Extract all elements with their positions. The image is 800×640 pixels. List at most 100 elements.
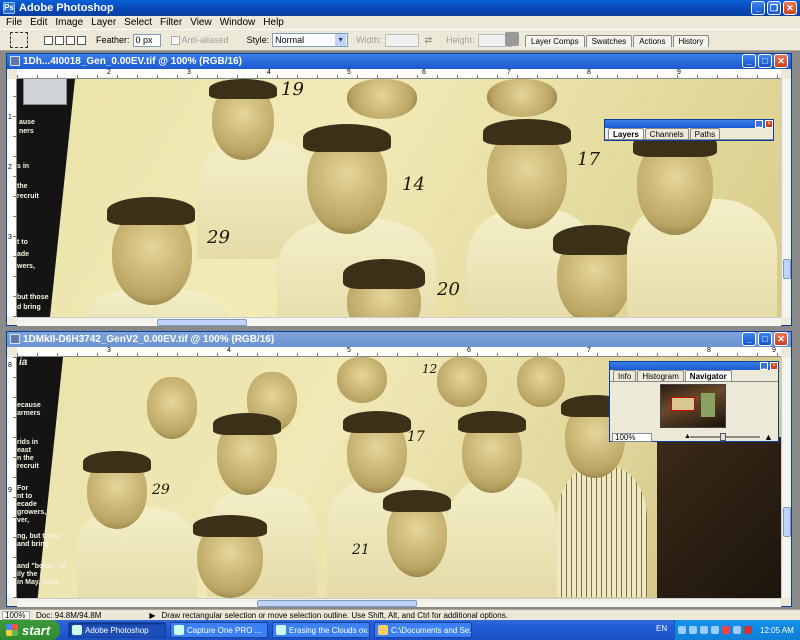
placard-text: growers, <box>17 509 47 516</box>
tray-network-icon[interactable] <box>689 626 697 634</box>
tray-volume-icon[interactable] <box>700 626 708 634</box>
task-erasing-clouds[interactable]: Erasing the Clouds ov... <box>272 622 370 638</box>
menu-view[interactable]: View <box>186 17 216 28</box>
ruler-top: 2 3 4 5 6 7 8 9 <box>17 69 781 79</box>
menu-help[interactable]: Help <box>259 17 288 28</box>
photoshop-icon: Ps <box>3 2 15 14</box>
menu-filter[interactable]: Filter <box>156 17 186 28</box>
style-select[interactable]: Normal <box>272 33 349 47</box>
navigator-scene-detail <box>701 393 715 417</box>
menu-image[interactable]: Image <box>51 17 87 28</box>
photo-canvas-1[interactable]: ause ners s in the recruit t to ade wers… <box>17 79 781 317</box>
tab-layers[interactable]: Layers <box>608 128 644 139</box>
navigator-palette[interactable]: _ × Info Histogram Navigator 100% ▲ ▲ <box>609 361 779 442</box>
exhibit-placard <box>17 357 64 598</box>
status-zoom-field[interactable]: 100% <box>2 610 30 620</box>
start-button[interactable]: start <box>0 620 60 640</box>
photo-number-label: 14 <box>402 174 425 195</box>
new-selection-icon[interactable] <box>44 35 53 45</box>
palette-well-printer-icon[interactable] <box>505 32 519 46</box>
palette-close-icon[interactable]: × <box>770 362 778 370</box>
ruler-label: 1 <box>8 114 12 121</box>
navigator-zoom-slider[interactable] <box>690 433 760 441</box>
doc2-close-button[interactable]: ✕ <box>774 332 788 346</box>
marquee-tool-icon[interactable] <box>10 32 28 48</box>
tab-paths[interactable]: Paths <box>689 128 721 139</box>
doc1-vertical-scrollbar[interactable] <box>781 79 791 317</box>
subtract-selection-icon[interactable] <box>66 35 75 45</box>
scroll-thumb[interactable] <box>157 319 247 326</box>
palette-minimize-icon[interactable]: _ <box>755 120 763 128</box>
restore-button[interactable]: ❐ <box>767 1 781 15</box>
tray-shield-icon[interactable] <box>678 626 686 634</box>
task-photoshop[interactable]: Adobe Photoshop <box>68 622 166 638</box>
doc1-close-button[interactable]: ✕ <box>774 54 788 68</box>
menu-file[interactable]: File <box>2 17 26 28</box>
ruler-label: 5 <box>347 69 351 76</box>
clock[interactable]: 12:05 AM <box>760 626 794 635</box>
swap-icon[interactable]: ⇄ <box>425 35 433 46</box>
width-input[interactable] <box>384 33 419 47</box>
doc1-minimize-button[interactable]: _ <box>742 54 756 68</box>
document-1-title-bar[interactable]: 1Dh...4I0018_Gen_0.00EV.tif @ 100% (RGB/… <box>7 54 791 69</box>
zoom-in-icon[interactable]: ▲ <box>764 432 773 442</box>
tray-app-icon[interactable] <box>711 626 719 634</box>
palette-close-icon[interactable]: × <box>765 120 773 128</box>
doc2-minimize-button[interactable]: _ <box>742 332 756 346</box>
tab-history[interactable]: History <box>672 35 710 47</box>
task-label: C:\Documents and Se... <box>391 625 472 635</box>
navigator-palette-title-bar[interactable] <box>610 362 778 370</box>
menu-edit[interactable]: Edit <box>26 17 51 28</box>
person-hair <box>483 119 571 145</box>
palette-minimize-icon[interactable]: _ <box>760 362 768 370</box>
document-icon <box>10 334 20 344</box>
feather-input[interactable]: 0 px <box>132 33 161 47</box>
navigator-view-box[interactable] <box>671 397 695 411</box>
placard-text: east <box>17 447 32 454</box>
scroll-thumb[interactable] <box>783 259 791 279</box>
tab-histogram[interactable]: Histogram <box>637 370 684 381</box>
language-indicator[interactable]: EN <box>656 624 667 633</box>
zoom-out-icon[interactable]: ▲ <box>684 433 691 440</box>
task-capture-one[interactable]: Capture One PRO ... <box>170 622 268 638</box>
tab-info[interactable]: Info <box>613 370 637 381</box>
tab-layer-comps[interactable]: Layer Comps <box>525 35 585 47</box>
task-explorer[interactable]: C:\Documents and Se... <box>374 622 472 638</box>
minimize-button[interactable]: _ <box>751 1 765 15</box>
layers-palette[interactable]: _ × Layers Channels Paths <box>604 119 774 141</box>
scroll-thumb[interactable] <box>783 507 791 537</box>
doc2-maximize-button[interactable]: □ <box>758 332 772 346</box>
menu-select[interactable]: Select <box>120 17 156 28</box>
person-hair <box>343 259 425 289</box>
navigator-thumbnail[interactable] <box>660 384 726 428</box>
tray-sync-icon[interactable] <box>733 626 741 634</box>
menu-layer[interactable]: Layer <box>87 17 120 28</box>
ruler-label: 9 <box>8 487 12 494</box>
document-2-title: 1DMkII-D6H3742_GenV2_0.00EV.tif @ 100% (… <box>23 334 275 345</box>
doc2-vertical-scrollbar[interactable] <box>781 357 791 598</box>
tray-m-icon[interactable] <box>744 626 752 634</box>
tab-swatches[interactable]: Swatches <box>585 35 633 47</box>
close-button[interactable]: ✕ <box>783 1 797 15</box>
add-selection-icon[interactable] <box>55 35 64 45</box>
slider-thumb[interactable] <box>720 433 726 441</box>
ruler-label: 6 <box>467 347 471 354</box>
tab-channels[interactable]: Channels <box>644 128 689 139</box>
intersect-selection-icon[interactable] <box>77 35 86 45</box>
placard-text: ng, but those <box>17 533 61 540</box>
menu-window[interactable]: Window <box>216 17 260 28</box>
doc1-horizontal-scrollbar[interactable] <box>17 317 781 326</box>
layers-palette-title-bar[interactable] <box>605 120 773 128</box>
tab-actions[interactable]: Actions <box>633 35 672 47</box>
navigator-zoom-field[interactable]: 100% <box>612 433 652 442</box>
document-window-1[interactable]: 1Dh...4I0018_Gen_0.00EV.tif @ 100% (RGB/… <box>6 53 792 326</box>
person-hair <box>383 490 451 512</box>
tab-navigator[interactable]: Navigator <box>684 370 732 381</box>
doc2-horizontal-scrollbar[interactable] <box>17 598 781 607</box>
antialiased-checkbox[interactable] <box>170 35 180 45</box>
document-2-title-bar[interactable]: 1DMkII-D6H3742_GenV2_0.00EV.tif @ 100% (… <box>7 332 791 347</box>
tray-alert-icon[interactable] <box>722 626 730 634</box>
scroll-thumb[interactable] <box>257 600 417 607</box>
status-arrow-icon[interactable]: ▶ <box>149 611 155 620</box>
doc1-maximize-button[interactable]: □ <box>758 54 772 68</box>
